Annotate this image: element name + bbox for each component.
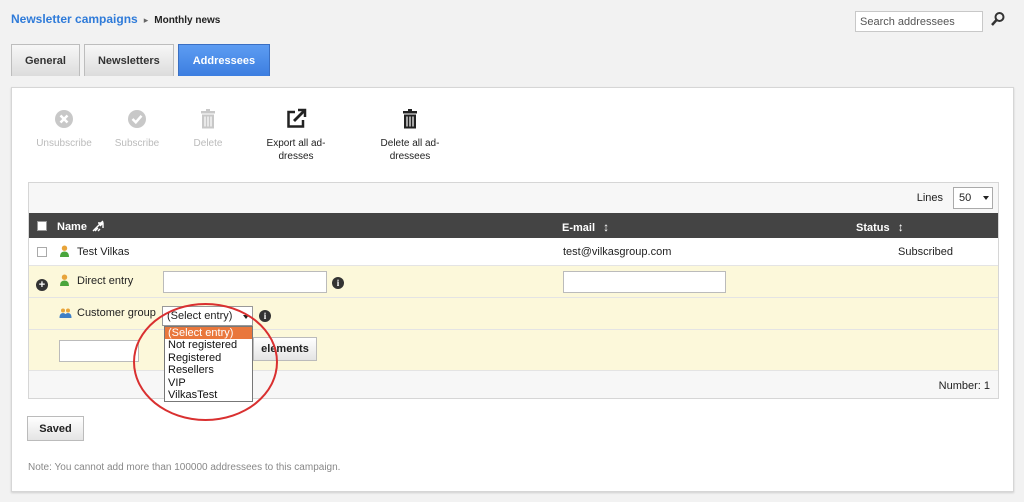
unsubscribe-button[interactable]: Unsubscribe: [26, 108, 102, 163]
direct-entry-row: + Direct entry i: [29, 266, 998, 298]
user-icon: [60, 245, 69, 257]
direct-entry-email-input[interactable]: [563, 271, 726, 293]
export-icon: [287, 108, 307, 128]
delete-label: Delete: [193, 138, 223, 149]
tab-general[interactable]: General: [11, 44, 80, 76]
sort-icon: [92, 220, 104, 232]
add-elements-button[interactable]: elements: [253, 337, 317, 361]
column-status-label: Status: [856, 222, 890, 234]
info-icon[interactable]: i: [259, 310, 271, 322]
dropdown-option-select-entry[interactable]: (Select entry): [165, 327, 252, 340]
row-status: Subscribed: [898, 246, 954, 258]
export-all-label-2: dresses: [278, 151, 314, 162]
chevron-down-icon: [243, 315, 249, 319]
direct-entry-name-input[interactable]: [163, 271, 327, 293]
customer-group-select-value: (Select entry): [167, 310, 233, 322]
add-icon[interactable]: +: [36, 279, 48, 291]
sort-arrows-icon: ↕: [603, 220, 610, 234]
direct-entry-label: Direct entry: [77, 275, 134, 287]
addressees-panel: Unsubscribe Subscribe Delete Export all …: [11, 87, 1014, 492]
tab-newsletters[interactable]: Newsletters: [83, 44, 174, 76]
group-icon: [59, 308, 72, 318]
row-checkbox[interactable]: [37, 247, 47, 257]
saved-button[interactable]: Saved: [27, 416, 84, 441]
column-header-name[interactable]: Name: [57, 220, 104, 233]
delete-all-label-1: Delete all ad-: [380, 138, 440, 149]
column-name-label: Name: [57, 221, 87, 233]
unsubscribe-label: Unsubscribe: [36, 138, 92, 149]
tab-addressees[interactable]: Addressees: [177, 44, 271, 76]
customer-group-select[interactable]: (Select entry): [162, 306, 253, 326]
trash-icon: [201, 109, 215, 129]
breadcrumb: Newsletter campaigns ▸ Monthly news: [11, 12, 220, 26]
dropdown-option-registered[interactable]: Registered: [165, 352, 252, 364]
search-icon[interactable]: [990, 11, 1006, 27]
table-header: Name E-mail ↕ Status ↕: [29, 213, 998, 238]
breadcrumb-parent-link[interactable]: Newsletter campaigns: [11, 12, 138, 26]
sort-arrows-icon: ↕: [897, 220, 904, 234]
row-email: test@vilkasgroup.com: [563, 246, 672, 258]
search-input[interactable]: [855, 11, 983, 32]
dropdown-option-resellers[interactable]: Resellers: [165, 364, 252, 376]
export-all-addresses-button[interactable]: Export all ad- dresses: [244, 108, 348, 163]
delete-all-label-2: dressees: [389, 151, 431, 162]
table-row[interactable]: Test Vilkas test@vilkasgroup.com Subscri…: [29, 238, 998, 266]
toolbar: Unsubscribe Subscribe Delete Export all …: [26, 108, 472, 163]
grid-top-bar: Lines 50: [29, 183, 998, 213]
export-all-label-1: Export all ad-: [266, 138, 326, 149]
column-header-email[interactable]: E-mail ↕: [562, 220, 609, 234]
element-count-input[interactable]: [59, 340, 139, 362]
info-icon[interactable]: i: [332, 277, 344, 289]
saved-label: Saved: [39, 422, 72, 435]
trash-icon: [403, 109, 417, 129]
limit-note: Note: You cannot add more than 100000 ad…: [28, 462, 341, 473]
tab-bar: General Newsletters Addressees: [11, 44, 271, 76]
row-name: Test Vilkas: [77, 246, 130, 258]
delete-button[interactable]: Delete: [172, 108, 244, 163]
user-icon: [60, 274, 69, 286]
select-all-checkbox[interactable]: [37, 221, 47, 231]
column-email-label: E-mail: [562, 222, 596, 234]
subscribe-icon: [128, 110, 146, 128]
breadcrumb-separator: ▸: [143, 15, 149, 25]
customer-group-dropdown: (Select entry) Not registered Registered…: [164, 326, 253, 402]
subscribe-button[interactable]: Subscribe: [102, 108, 172, 163]
lines-per-page-value: 50: [959, 192, 972, 204]
breadcrumb-current: Monthly news: [154, 15, 221, 26]
lines-per-page-select[interactable]: 50: [953, 187, 993, 209]
delete-all-addressees-button[interactable]: Delete all ad- dressees: [348, 108, 472, 163]
add-elements-label: elements: [261, 343, 309, 355]
chevron-down-icon: [983, 196, 989, 200]
record-count: Number: 1: [938, 380, 990, 392]
dropdown-option-not-registered[interactable]: Not registered: [165, 339, 252, 351]
column-header-status[interactable]: Status ↕: [856, 220, 904, 234]
dropdown-option-vilkastest[interactable]: VilkasTest: [165, 389, 252, 401]
customer-group-label: Customer group: [77, 307, 156, 319]
subscribe-label: Subscribe: [114, 138, 160, 149]
lines-label: Lines: [916, 192, 943, 204]
dropdown-option-vip[interactable]: VIP: [165, 377, 252, 389]
unsubscribe-icon: [55, 110, 73, 128]
